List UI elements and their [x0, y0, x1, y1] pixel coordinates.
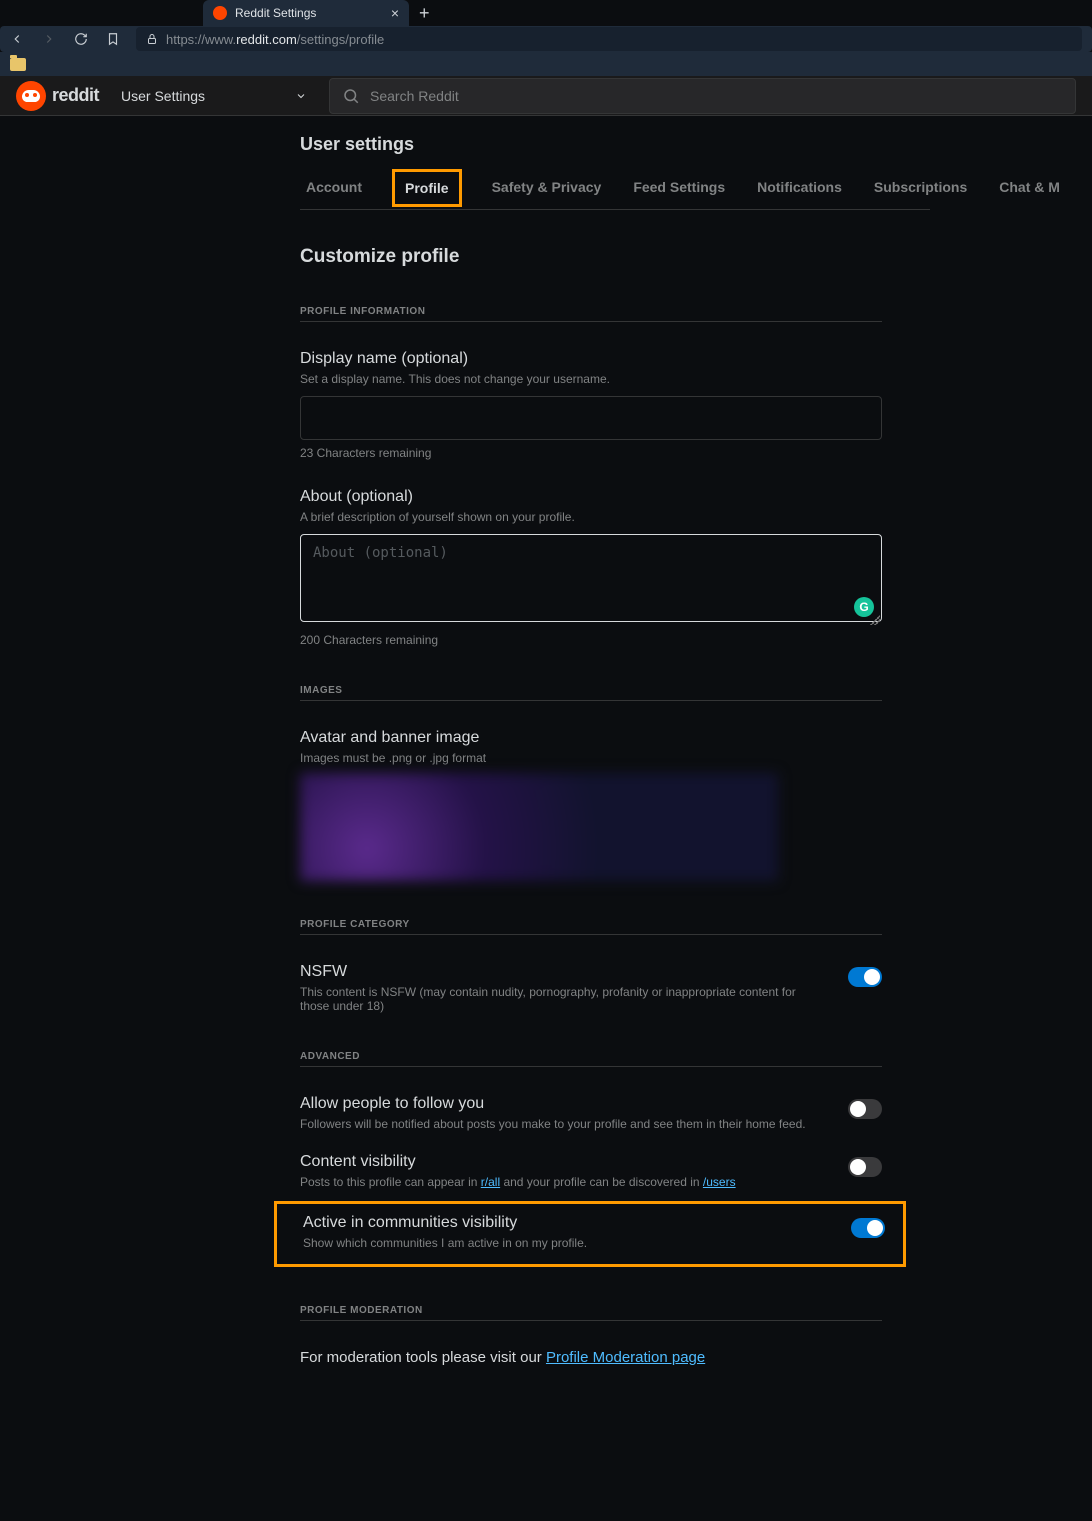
tab-notifications[interactable]: Notifications [755, 167, 844, 209]
category-profile-category: PROFILE CATEGORY [300, 881, 882, 935]
reload-icon[interactable] [74, 32, 88, 46]
category-profile-moderation: PROFILE MODERATION [300, 1267, 882, 1321]
tab-safety-privacy[interactable]: Safety & Privacy [490, 167, 604, 209]
resize-handle-icon[interactable] [870, 615, 880, 625]
lock-icon [146, 33, 158, 45]
forward-icon[interactable] [42, 32, 56, 46]
content-visibility-toggle[interactable] [848, 1157, 882, 1177]
chevron-down-icon [295, 90, 307, 102]
about-label: About (optional) [300, 488, 882, 506]
new-tab-button[interactable]: + [409, 3, 440, 24]
back-icon[interactable] [10, 32, 24, 46]
link-r-all[interactable]: r/all [481, 1175, 500, 1189]
tab-chat-messaging[interactable]: Chat & M [997, 167, 1062, 209]
tab-account[interactable]: Account [304, 167, 364, 209]
active-communities-label: Active in communities visibility [303, 1214, 827, 1232]
close-tab-icon[interactable]: × [391, 5, 399, 21]
nav-dropdown-label: User Settings [121, 88, 205, 104]
search-icon [342, 87, 360, 105]
avatar-banner-label: Avatar and banner image [300, 729, 882, 747]
active-communities-desc: Show which communities I am active in on… [303, 1232, 827, 1250]
content-visibility-desc: Posts to this profile can appear in r/al… [300, 1171, 824, 1189]
tab-feed-settings[interactable]: Feed Settings [631, 167, 727, 209]
tab-subscriptions[interactable]: Subscriptions [872, 167, 969, 209]
follow-toggle-row: Allow people to follow you Followers wil… [300, 1067, 882, 1131]
avatar-banner-desc: Images must be .png or .jpg format [300, 747, 882, 765]
nsfw-desc: This content is NSFW (may contain nudity… [300, 981, 824, 1013]
about-counter: 200 Characters remaining [300, 627, 882, 647]
reddit-favicon-icon [213, 6, 227, 20]
url-text: https://www.reddit.com/settings/profile [166, 32, 384, 47]
category-profile-information: PROFILE INFORMATION [300, 268, 882, 322]
follow-desc: Followers will be notified about posts y… [300, 1113, 824, 1131]
reddit-logo[interactable]: reddit [16, 81, 99, 111]
bookmark-icon[interactable] [106, 32, 120, 46]
reddit-wordmark: reddit [52, 85, 99, 106]
about-desc: A brief description of yourself shown on… [300, 506, 882, 524]
link-users[interactable]: /users [703, 1175, 736, 1189]
section-title: Customize profile [300, 210, 1092, 268]
url-bar[interactable]: https://www.reddit.com/settings/profile [136, 27, 1082, 51]
folder-icon[interactable] [10, 58, 26, 71]
display-name-label: Display name (optional) [300, 350, 882, 368]
settings-tabs: Account Profile Safety & Privacy Feed Se… [300, 167, 930, 210]
browser-toolbar: https://www.reddit.com/settings/profile [0, 26, 1092, 52]
search-bar[interactable] [329, 78, 1076, 114]
settings-panel: User settings Account Profile Safety & P… [0, 116, 1092, 1406]
nsfw-toggle[interactable] [848, 967, 882, 987]
browser-tab-active[interactable]: Reddit Settings × [203, 0, 409, 26]
display-name-counter: 23 Characters remaining [300, 440, 882, 460]
avatar-banner-field: Avatar and banner image Images must be .… [300, 701, 882, 881]
follow-label: Allow people to follow you [300, 1095, 824, 1113]
content-visibility-toggle-row: Content visibility Posts to this profile… [300, 1131, 882, 1189]
banner-image-preview[interactable] [300, 773, 778, 881]
active-communities-highlight: Active in communities visibility Show wh… [274, 1201, 906, 1267]
nsfw-toggle-row: NSFW This content is NSFW (may contain n… [300, 935, 882, 1013]
display-name-field: Display name (optional) Set a display na… [300, 322, 882, 460]
display-name-input[interactable] [300, 396, 882, 440]
browser-tab-bar: Reddit Settings × + [0, 0, 1092, 26]
grammarly-icon[interactable]: G [854, 597, 874, 617]
profile-moderation-link[interactable]: Profile Moderation page [546, 1349, 705, 1366]
follow-toggle[interactable] [848, 1099, 882, 1119]
nsfw-label: NSFW [300, 963, 824, 981]
page-title: User settings [300, 116, 1092, 167]
active-communities-toggle[interactable] [851, 1218, 885, 1238]
display-name-desc: Set a display name. This does not change… [300, 368, 882, 386]
bookmark-bar [0, 52, 1092, 76]
about-textarea[interactable] [300, 534, 882, 622]
category-images: IMAGES [300, 647, 882, 701]
moderation-text: For moderation tools please visit our Pr… [300, 1321, 882, 1366]
site-header: reddit User Settings [0, 76, 1092, 116]
active-communities-toggle-row: Active in communities visibility Show wh… [303, 1214, 885, 1250]
search-input[interactable] [370, 88, 1063, 104]
reddit-icon [16, 81, 46, 111]
about-field: About (optional) A brief description of … [300, 460, 882, 647]
tab-title: Reddit Settings [235, 6, 383, 20]
category-advanced: ADVANCED [300, 1013, 882, 1067]
tab-profile[interactable]: Profile [392, 169, 462, 207]
nav-dropdown[interactable]: User Settings [109, 88, 319, 104]
content-visibility-label: Content visibility [300, 1153, 824, 1171]
